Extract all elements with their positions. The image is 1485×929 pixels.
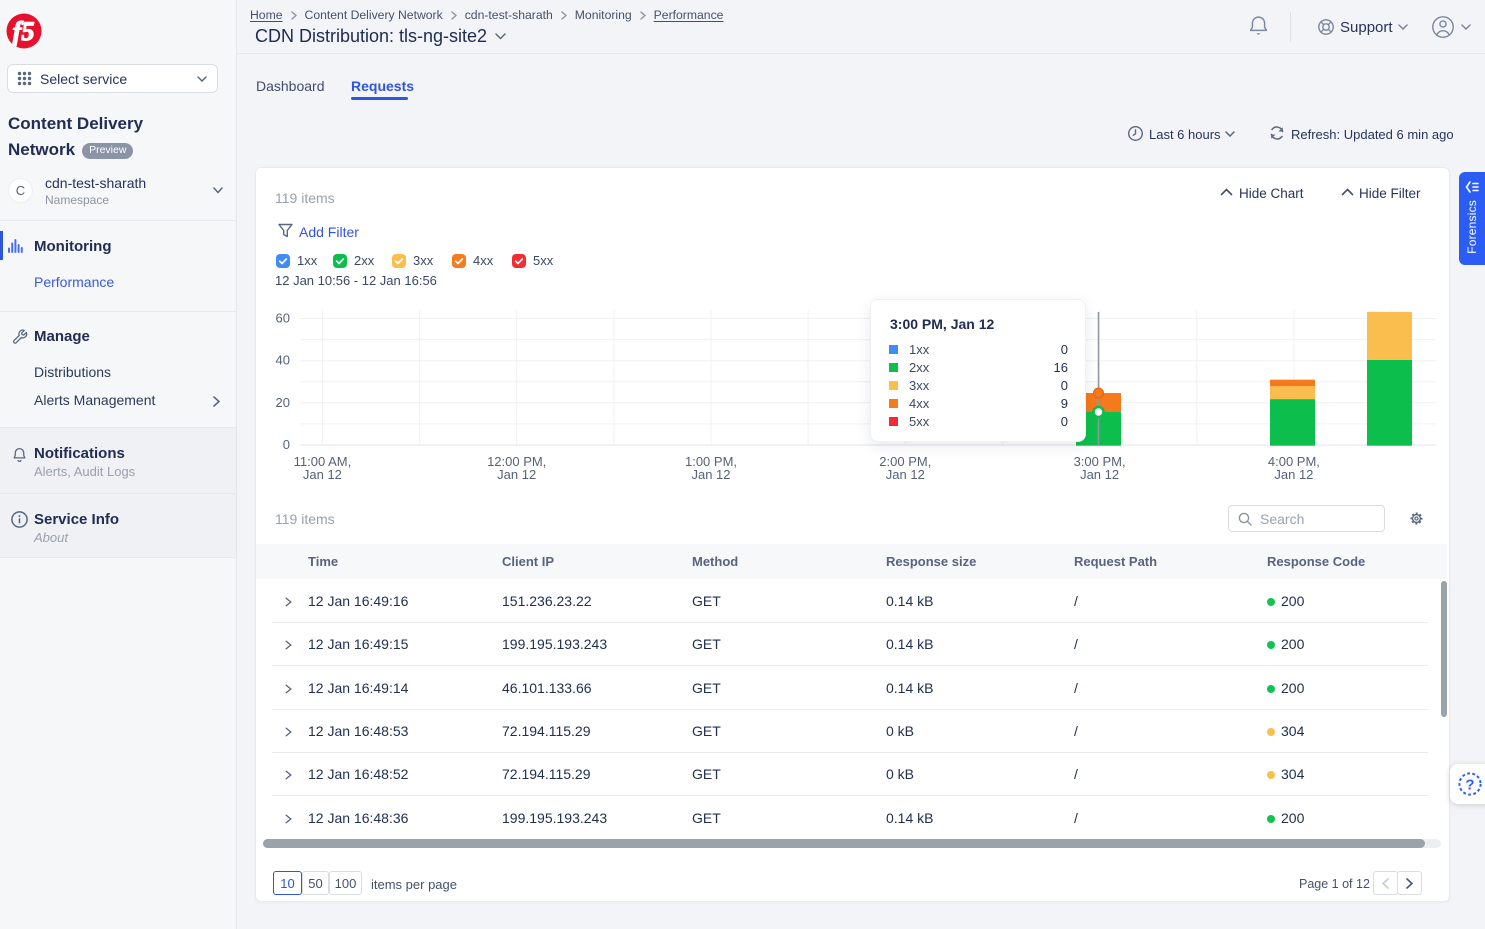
svg-text:Jan 12: Jan 12 xyxy=(691,467,730,482)
svg-text:Jan 12: Jan 12 xyxy=(1080,467,1119,482)
svg-text:Jan 12: Jan 12 xyxy=(303,467,342,482)
svg-text:60: 60 xyxy=(276,311,290,326)
svg-text:f5: f5 xyxy=(13,17,35,46)
svg-text:0: 0 xyxy=(283,437,290,452)
svg-text:Jan 12: Jan 12 xyxy=(497,467,536,482)
svg-text:Jan 12: Jan 12 xyxy=(1274,467,1313,482)
svg-text:20: 20 xyxy=(276,395,290,410)
svg-text:40: 40 xyxy=(276,353,290,368)
svg-text:Jan 12: Jan 12 xyxy=(886,467,925,482)
svg-text:?: ? xyxy=(1465,777,1474,794)
